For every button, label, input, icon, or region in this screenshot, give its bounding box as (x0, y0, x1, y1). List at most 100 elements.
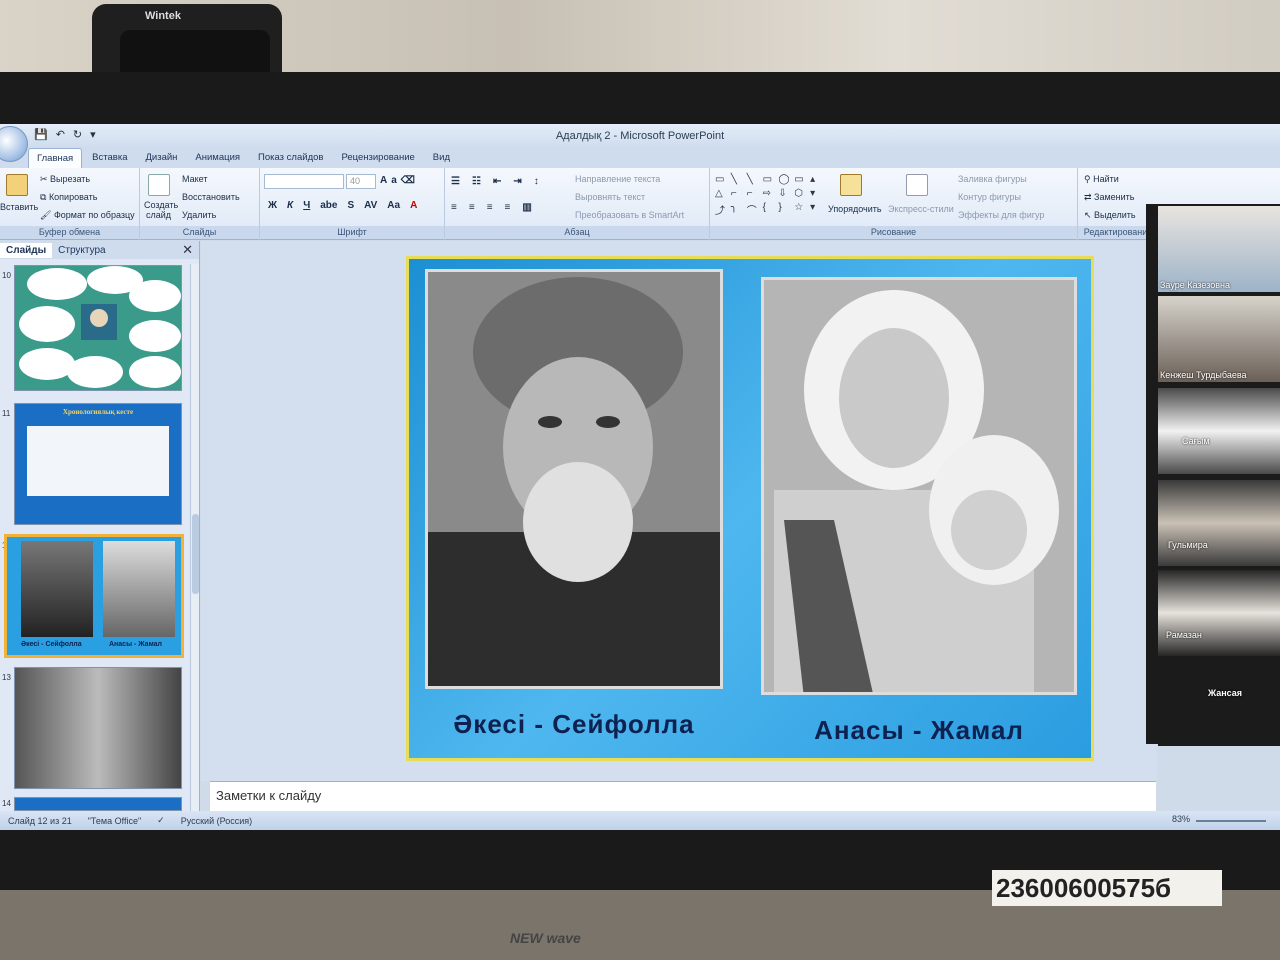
cursor-icon: ↖ (1084, 210, 1095, 220)
slide-thumbnail-11[interactable]: Хронологиялық кесте (14, 403, 182, 525)
tab-review[interactable]: Рецензирование (333, 148, 422, 168)
thumb-number: 11 (2, 409, 11, 418)
participant-tile[interactable]: Гульмира (1158, 480, 1280, 566)
monitor-sticker: 23600600575б (992, 870, 1222, 906)
layout-button[interactable]: Макет (182, 174, 207, 184)
font-group: 40 A a ⌫ Ж К Ч abe S AV Aa A Шрифт (260, 168, 445, 240)
zoom-level[interactable]: 83% (1172, 814, 1190, 824)
slide-thumbnail-13[interactable] (14, 667, 182, 789)
slide-thumbnail-10[interactable] (14, 265, 182, 391)
char-spacing-icon[interactable]: AV (364, 200, 377, 211)
strikethrough-icon[interactable]: abe (320, 200, 337, 211)
cut-button[interactable]: ✂ Вырезать (40, 174, 90, 185)
copy-icon: ⧉ (40, 192, 49, 202)
font-group-label: Шрифт (260, 226, 444, 239)
binoculars-icon: ⚲ (1084, 174, 1094, 184)
text-direction-button[interactable]: Направление текста (575, 174, 660, 184)
tab-slideshow[interactable]: Показ слайдов (250, 148, 331, 168)
increase-indent-icon[interactable]: ⇥ (513, 176, 521, 187)
customize-qat-icon[interactable]: ▾ (90, 128, 96, 141)
grow-font-icon[interactable]: A (380, 175, 387, 186)
clear-format-icon[interactable]: ⌫ (401, 175, 415, 186)
copy-button[interactable]: ⧉ Копировать (40, 192, 97, 203)
clipboard-group: Вставить ✂ Вырезать ⧉ Копировать 🖌 Форма… (0, 168, 140, 240)
justify-icon[interactable]: ≡ (505, 202, 511, 213)
underline-icon[interactable]: Ч (303, 200, 310, 211)
thumbnail-11-title: Хронологиялық кесте (62, 408, 134, 416)
font-format-buttons: Ж К Ч abe S AV Aa A (268, 200, 417, 211)
scroll-thumb[interactable] (192, 514, 199, 594)
spellcheck-icon[interactable]: ✓ (157, 815, 165, 826)
paragraph-group: ☰ ☷ ⇤ ⇥ ↕ ≡ ≡ ≡ ≡ ▥ Направление текста В… (445, 168, 710, 240)
numbering-icon[interactable]: ☷ (472, 176, 481, 187)
participant-tile[interactable]: Зауре Казезовна (1158, 206, 1280, 292)
shape-outline-button[interactable]: Контур фигуры (958, 192, 1021, 202)
tab-outline[interactable]: Структура (52, 243, 111, 258)
quick-styles-icon[interactable] (906, 174, 928, 196)
line-spacing-icon[interactable]: ↕ (534, 176, 539, 187)
delete-slide-button[interactable]: Удалить (182, 210, 216, 220)
close-icon[interactable]: ✕ (182, 242, 193, 258)
font-size-combo[interactable]: 40 (346, 174, 376, 189)
tab-home[interactable]: Главная (28, 148, 83, 168)
new-slide-icon[interactable] (148, 174, 170, 196)
panel-tabs: Слайды Структура ✕ (0, 241, 199, 259)
shrink-font-icon[interactable]: a (391, 175, 397, 186)
font-color-icon[interactable]: A (410, 200, 417, 211)
tab-design[interactable]: Дизайн (137, 148, 185, 168)
shape-effects-button[interactable]: Эффекты для фигур (958, 210, 1044, 220)
bullets-icon[interactable]: ☰ (451, 176, 460, 187)
reset-button[interactable]: Восстановить (182, 192, 240, 202)
shadow-icon[interactable]: S (347, 200, 354, 211)
smartart-button[interactable]: Преобразовать в SmartArt (575, 210, 684, 220)
paste-button[interactable]: Вставить (0, 202, 38, 212)
participant-tile[interactable]: Кенжеш Турдыбаева (1158, 296, 1280, 382)
tab-animation[interactable]: Анимация (187, 148, 248, 168)
change-case-icon[interactable]: Aa (387, 200, 400, 211)
father-portrait (428, 272, 720, 686)
arrange-button[interactable]: Упорядочить (828, 204, 882, 214)
participant-name: Зауре Казезовна (1160, 280, 1231, 290)
new-slide-label-2[interactable]: слайд (146, 210, 171, 220)
notes-pane[interactable]: Заметки к слайду (210, 781, 1156, 811)
language-label[interactable]: Русский (Россия) (181, 816, 252, 826)
select-button[interactable]: ↖ Выделить (1084, 210, 1136, 221)
align-right-icon[interactable]: ≡ (487, 202, 493, 213)
shapes-gallery[interactable]: ▭ ╲ ╲ ▭ ◯ ▭ ▴ △ ⌐ ⌐ ⇨ ⇩ ⬡ ▾ ⤴ ╮ ⌒{} ☆ ▾ (715, 174, 823, 217)
find-button[interactable]: ⚲ Найти (1084, 174, 1119, 185)
replace-button[interactable]: ⇄ Заменить (1084, 192, 1135, 203)
undo-icon[interactable]: ↶ (56, 128, 65, 141)
participant-tile[interactable]: Жансая (1158, 660, 1280, 746)
status-bar: Слайд 12 из 21 "Тема Office" ✓ Русский (… (0, 811, 1280, 830)
save-icon[interactable]: 💾 (34, 128, 48, 141)
tab-insert[interactable]: Вставка (84, 148, 135, 168)
tab-slides[interactable]: Слайды (0, 242, 53, 258)
bold-icon[interactable]: Ж (268, 200, 277, 211)
participant-tile[interactable]: Рамазан (1158, 570, 1280, 656)
drawing-group: ▭ ╲ ╲ ▭ ◯ ▭ ▴ △ ⌐ ⌐ ⇨ ⇩ ⬡ ▾ ⤴ ╮ ⌒{} ☆ ▾ Упорядочить Эксп… (710, 168, 1078, 240)
arrange-icon[interactable] (840, 174, 862, 196)
thumb-number: 13 (2, 673, 11, 682)
participant-tile[interactable]: Сағым (1158, 388, 1280, 474)
panel-scrollbar[interactable] (190, 264, 199, 812)
tab-view[interactable]: Вид (425, 148, 458, 168)
zoom-slider[interactable] (1196, 820, 1266, 822)
columns-icon[interactable]: ▥ (522, 202, 531, 213)
italic-icon[interactable]: К (287, 200, 293, 211)
shape-fill-button[interactable]: Заливка фигуры (958, 174, 1027, 184)
align-text-button[interactable]: Выровнять текст (575, 192, 645, 202)
paste-icon[interactable] (6, 174, 28, 196)
slide-thumbnail-14[interactable] (14, 797, 182, 811)
current-slide[interactable]: Әкесі - Сейфолла Анасы - Жамал (406, 256, 1094, 761)
redo-icon[interactable]: ↻ (73, 128, 82, 141)
slide-thumbnail-12[interactable]: Әкесі - Сейфолла Анасы - Жамал (4, 534, 184, 658)
thumbnail-12-photo-right (103, 541, 175, 637)
align-left-icon[interactable]: ≡ (451, 202, 457, 213)
photo-father (425, 269, 723, 689)
decrease-indent-icon[interactable]: ⇤ (493, 176, 501, 187)
align-center-icon[interactable]: ≡ (469, 202, 475, 213)
new-slide-label-1[interactable]: Создать (144, 200, 178, 210)
format-painter-button[interactable]: 🖌 Формат по образцу (40, 210, 135, 221)
quick-styles-button[interactable]: Экспресс-стили (888, 204, 954, 214)
font-name-combo[interactable] (264, 174, 344, 189)
